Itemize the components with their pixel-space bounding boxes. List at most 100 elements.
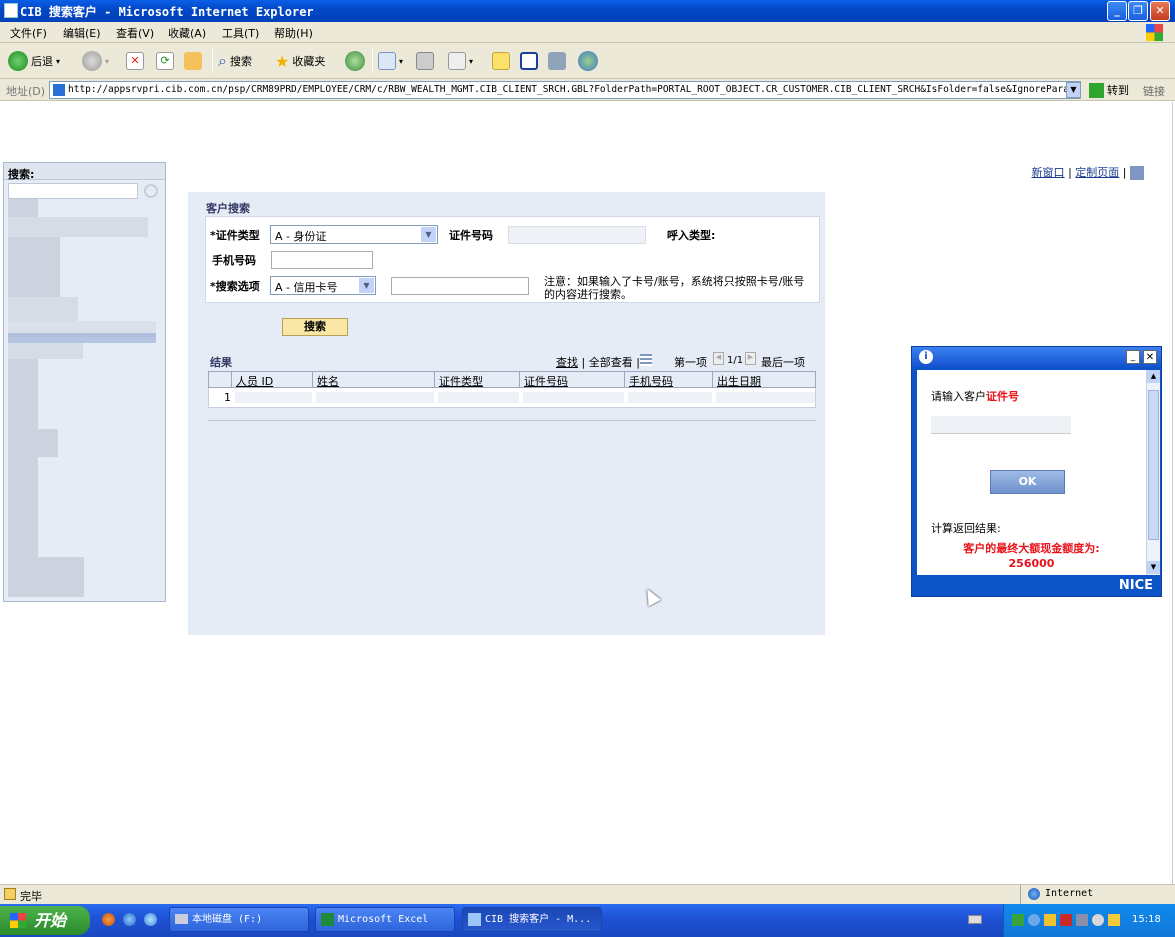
back-button[interactable]: 后退 ▾ [8,50,60,72]
edit-button[interactable]: ▾ [448,50,473,72]
tray-volume-icon[interactable] [1092,914,1104,926]
dialog-minimize-button[interactable]: _ [1126,350,1140,364]
dialog-scrollbar[interactable]: ▲ ▼ [1146,370,1160,575]
research-icon [520,52,538,70]
id-type-value: A - 身份证 [275,230,327,243]
scroll-thumb[interactable] [1148,390,1159,540]
address-dropdown-button[interactable]: ▼ [1066,82,1081,98]
page-icon [53,84,65,96]
links-toolbar[interactable]: 链接 [1143,83,1165,99]
taskbar-item-local-disk[interactable]: 本地磁盘 (F:) [169,907,309,932]
next-page-icon[interactable]: ▶ [745,352,756,365]
discuss-button[interactable] [492,50,510,72]
favorites-button[interactable]: ★ 收藏夹 [275,50,325,72]
search-sidebar: 搜索: [3,162,166,602]
last-item-link[interactable]: 最后一项 [761,354,805,370]
taskbar-item-excel[interactable]: Microsoft Excel [315,907,455,932]
home-button[interactable] [184,50,202,72]
stop-button[interactable]: ✕ [126,50,144,72]
id-type-label: *证件类型 [210,229,260,242]
menu-favorites[interactable]: 收藏(A) [168,25,206,41]
page-top-links: 新窗口 | 定制页面 | [1032,164,1144,180]
col-id-number[interactable]: 证件号码 [520,371,625,388]
menu-help[interactable]: 帮助(H) [274,25,313,41]
go-button[interactable]: 转到 [1089,82,1129,98]
sidebar-search-input[interactable] [8,183,138,199]
refresh-button[interactable]: ⟳ [156,50,174,72]
tray-alert-icon[interactable] [1108,914,1120,926]
address-url: http://appsrvpri.cib.com.cn/psp/CRM89PRD… [68,84,1081,95]
view-all-link[interactable]: 全部查看 [589,356,633,369]
page-status-icon [4,888,16,900]
mobile-input[interactable] [271,251,373,269]
media-button[interactable] [548,50,566,72]
col-birth-date[interactable]: 出生日期 [713,371,816,388]
tray-monitor-icon[interactable] [1076,914,1088,926]
col-id-type[interactable]: 证件类型 [435,371,520,388]
scroll-down-icon[interactable]: ▼ [1147,561,1160,574]
ie-quicklaunch-icon[interactable] [123,913,136,926]
menu-file[interactable]: 文件(F) [10,25,47,41]
research-button[interactable] [520,50,538,72]
note-icon [492,52,510,70]
window-title: CIB 搜索客户 - Microsoft Internet Explorer [20,5,314,19]
col-person-id[interactable]: 人员 ID [232,371,313,388]
new-window-link[interactable]: 新窗口 [1032,166,1065,179]
menu-edit[interactable]: 编辑(E) [63,25,101,41]
customize-page-link[interactable]: 定制页面 [1075,166,1119,179]
dialog-ok-button[interactable]: OK [990,470,1065,494]
drive-icon [175,914,188,924]
http-icon[interactable] [1130,166,1144,180]
firefox-icon[interactable] [102,913,115,926]
id-number-input[interactable] [508,226,646,244]
maximize-button[interactable]: ❐ [1128,1,1148,21]
id-type-select[interactable]: A - 身份证 ▼ [270,225,438,244]
dialog-close-button[interactable]: ✕ [1143,350,1157,364]
card-number-input[interactable] [391,277,529,295]
window-title-bar[interactable]: CIB 搜索客户 - Microsoft Internet Explorer _… [0,0,1175,22]
search-button[interactable]: ⌕ 搜索 [218,50,252,72]
history-button[interactable] [345,50,365,72]
history-icon [345,51,365,71]
menu-tools[interactable]: 工具(T) [222,25,259,41]
tray-shield-icon[interactable] [1060,914,1072,926]
browser-quicklaunch-icon[interactable] [144,913,157,926]
messenger-button[interactable] [578,50,598,72]
result-text: 客户的最终大额现金额度为: [963,542,1100,555]
close-button[interactable]: ✕ [1150,1,1170,21]
table-row[interactable]: 1 [208,388,816,408]
tray-security-icon[interactable] [1044,914,1056,926]
address-input[interactable]: http://appsrvpri.cib.com.cn/psp/CRM89PRD… [49,81,1081,99]
tray-clock[interactable]: 15:18 [1132,914,1161,925]
refresh-icon: ⟳ [156,52,174,70]
minimize-button[interactable]: _ [1107,1,1127,21]
first-item-link[interactable]: 第一项 [674,354,707,370]
status-bar: 完毕 Internet [0,884,1175,904]
col-mobile[interactable]: 手机号码 [625,371,713,388]
favorites-label: 收藏夹 [292,55,326,68]
dialog-id-input[interactable] [931,416,1071,434]
menu-view[interactable]: 查看(V) [116,25,154,41]
taskbar-item-ie-window[interactable]: CIB 搜索客户 - M... [462,907,602,932]
mail-button[interactable]: ▾ [378,50,403,72]
tray-network-icon[interactable] [1028,914,1040,926]
mail-icon [378,52,396,70]
grid-view-icon[interactable] [640,354,652,366]
chevron-down-icon: ▼ [421,227,436,242]
windows-logo-icon [10,913,26,928]
dialog-title-bar[interactable]: i _ ✕ [912,347,1161,367]
keyboard-icon[interactable] [968,915,982,924]
search-submit-button[interactable]: 搜索 [282,318,348,336]
print-button[interactable] [416,50,434,72]
scroll-up-icon[interactable]: ▲ [1147,370,1160,383]
tray-app-icon[interactable] [1012,914,1024,926]
back-label: 后退 [31,55,53,68]
home-icon [184,52,202,70]
find-link[interactable]: 查找 [556,356,578,369]
forward-button[interactable]: ▾ [82,50,109,72]
col-name[interactable]: 姓名 [313,371,435,388]
search-option-select[interactable]: A - 信用卡号 ▼ [270,276,376,295]
prev-page-icon[interactable]: ◀ [713,352,724,365]
start-button[interactable]: 开始 [0,906,90,935]
sidebar-search-go-icon[interactable] [144,184,158,198]
